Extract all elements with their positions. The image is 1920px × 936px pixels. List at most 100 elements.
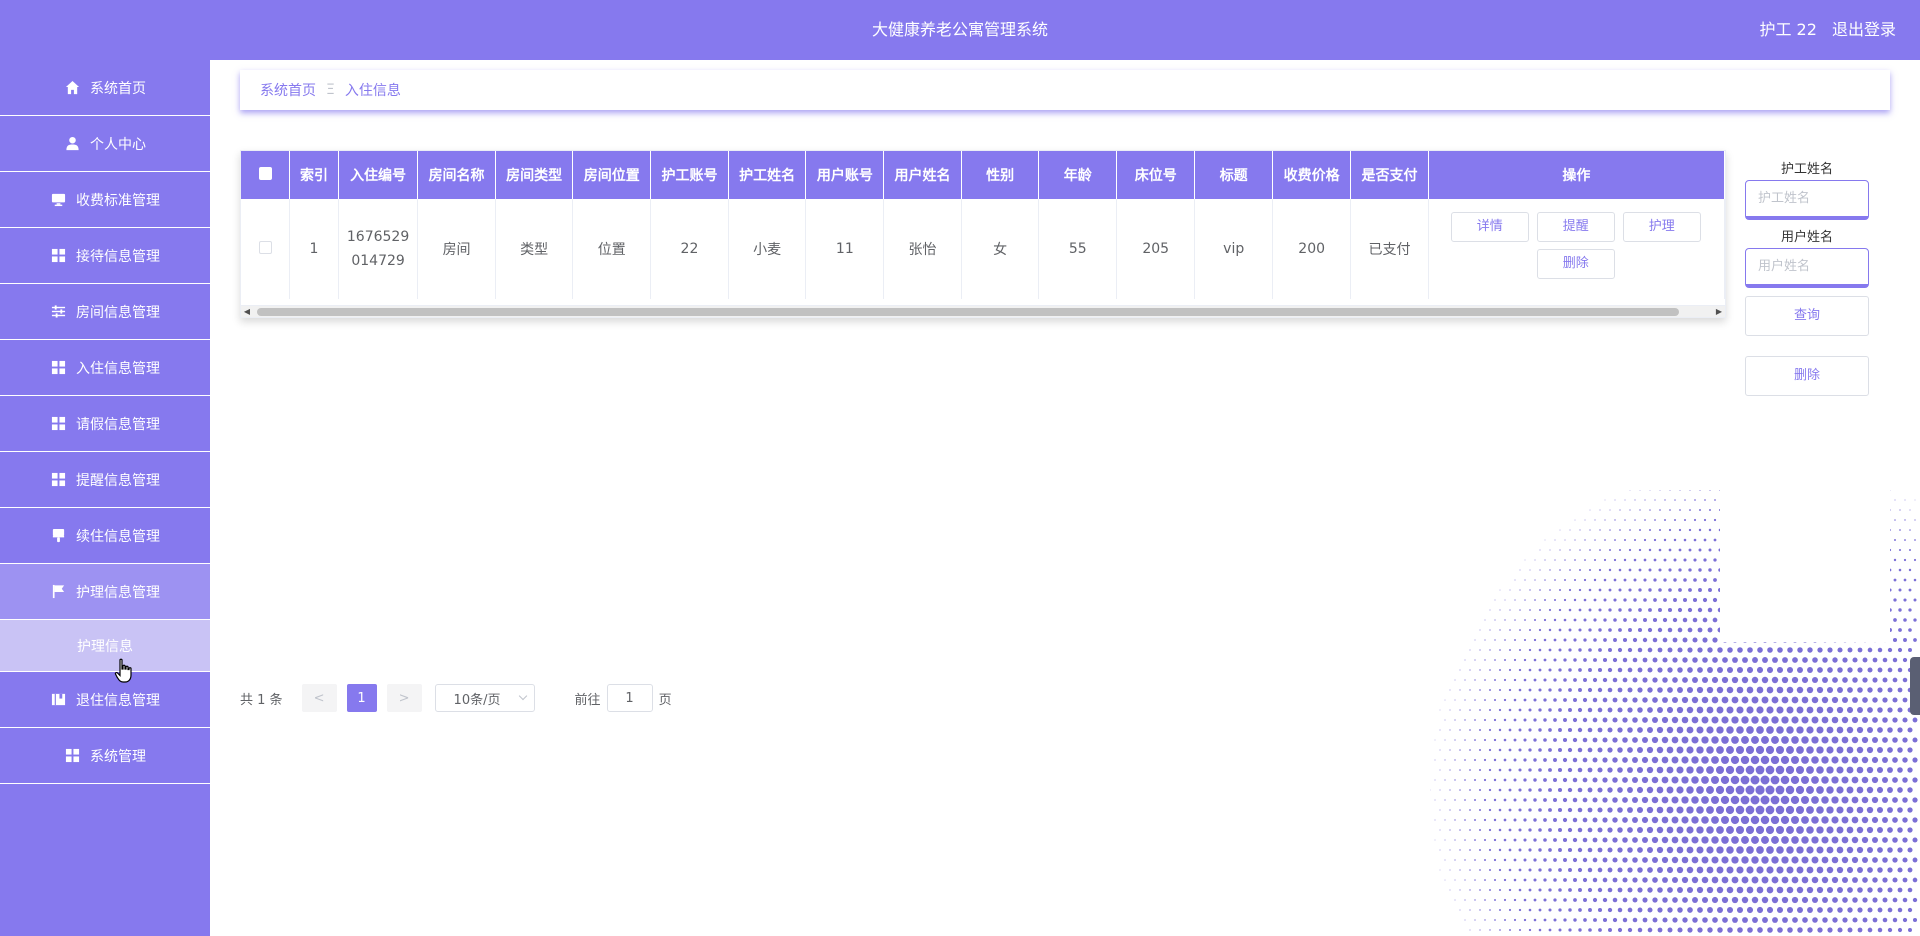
sidebar-item-fee-standard[interactable]: 收费标准管理 xyxy=(0,172,210,228)
sidebar-item-home[interactable]: 系统首页 xyxy=(0,60,210,116)
halftone-dot xyxy=(1553,678,1557,682)
halftone-dot xyxy=(1548,868,1552,872)
halftone-dot xyxy=(1707,607,1713,613)
halftone-dot xyxy=(1716,886,1724,894)
halftone-dot xyxy=(1671,796,1679,804)
halftone-dot xyxy=(1557,767,1563,773)
goto-suffix: 页 xyxy=(658,692,672,708)
halftone-dot xyxy=(1676,786,1684,794)
halftone-dot xyxy=(1656,826,1664,834)
delete-row-button[interactable]: 删除 xyxy=(1536,249,1615,279)
halftone-dot xyxy=(1588,648,1592,652)
breadcrumb-home[interactable]: 系统首页 xyxy=(260,80,316,100)
data-table: 索引 入住编号 房间名称 房间类型 房间位置 护工账号 护工姓名 用户账号 用户… xyxy=(241,151,1725,299)
sidebar-item-leave[interactable]: 请假信息管理 xyxy=(0,396,210,452)
halftone-dot xyxy=(1513,678,1517,682)
halftone-dot xyxy=(1877,647,1883,653)
halftone-dot xyxy=(1841,816,1849,824)
sidebar-item-nursing[interactable]: 护理信息管理 xyxy=(0,564,210,620)
scroll-left-icon[interactable]: ◀ xyxy=(241,306,253,317)
halftone-dot xyxy=(1612,817,1618,823)
halftone-dot xyxy=(1579,569,1581,571)
halftone-dot xyxy=(1609,549,1611,551)
halftone-dot xyxy=(1504,659,1506,661)
halftone-dot xyxy=(1721,896,1729,904)
sidebar-item-checkin[interactable]: 入住信息管理 xyxy=(0,340,210,396)
halftone-dot xyxy=(1583,638,1587,642)
nursing-button[interactable]: 护理 xyxy=(1622,212,1701,242)
sidebar-item-room[interactable]: 房间信息管理 xyxy=(0,284,210,340)
halftone-dot xyxy=(1636,786,1644,794)
halftone-dot xyxy=(1607,867,1613,873)
batch-delete-button[interactable]: 删除 xyxy=(1745,356,1869,396)
halftone-dot xyxy=(1904,539,1906,541)
halftone-dot xyxy=(1760,755,1770,765)
halftone-dot xyxy=(1504,619,1506,621)
halftone-dot xyxy=(1857,667,1863,673)
halftone-dot xyxy=(1613,638,1617,642)
halftone-dot xyxy=(1518,728,1522,732)
column-header: 性别 xyxy=(961,151,1040,199)
halftone-dot xyxy=(1518,808,1522,812)
brush-icon xyxy=(50,528,66,544)
halftone-dot xyxy=(1861,756,1869,764)
halftone-dot xyxy=(1474,819,1476,821)
scrollbar-thumb[interactable] xyxy=(257,308,1679,316)
side-drawer-handle[interactable] xyxy=(1910,657,1920,715)
remind-button[interactable]: 提醒 xyxy=(1536,212,1615,242)
halftone-dot xyxy=(1751,736,1759,744)
sidebar-item-checkout[interactable]: 退住信息管理 xyxy=(0,672,210,728)
halftone-dot xyxy=(1790,775,1800,785)
sidebar-item-extend-stay[interactable]: 续住信息管理 xyxy=(0,508,210,564)
goto-page-input[interactable] xyxy=(606,684,653,712)
halftone-dot xyxy=(1837,887,1843,893)
sidebar-item-system[interactable]: 系统管理 xyxy=(0,728,210,784)
halftone-dot xyxy=(1661,776,1669,784)
select-all-checkbox[interactable] xyxy=(258,166,272,180)
halftone-dot xyxy=(1607,767,1613,773)
sidebar-item-reminder[interactable]: 提醒信息管理 xyxy=(0,452,210,508)
halftone-dot xyxy=(1533,758,1537,762)
sidebar-item-profile[interactable]: 个人中心 xyxy=(0,116,210,172)
detail-button[interactable]: 详情 xyxy=(1450,212,1529,242)
halftone-dot xyxy=(1508,668,1512,672)
sidebar-item-reception[interactable]: 接待信息管理 xyxy=(0,228,210,284)
prev-page-button[interactable]: < xyxy=(301,684,337,712)
halftone-dot xyxy=(1494,659,1496,661)
halftone-dot xyxy=(1528,628,1532,632)
halftone-dot xyxy=(1816,866,1824,874)
column-header: 用户账号 xyxy=(805,151,885,199)
nurse-name-input[interactable] xyxy=(1745,180,1869,220)
next-page-button[interactable]: > xyxy=(386,684,422,712)
halftone-dot xyxy=(1846,866,1854,874)
row-checkbox[interactable] xyxy=(258,240,272,254)
halftone-dot xyxy=(1657,867,1663,873)
halftone-dot xyxy=(1564,559,1566,561)
halftone-dot xyxy=(1592,877,1598,883)
halftone-dot xyxy=(1628,588,1632,592)
horizontal-scrollbar[interactable]: ◀ ▶ xyxy=(241,305,1725,317)
page-size-select[interactable]: 10条/页 xyxy=(434,684,535,712)
halftone-dot xyxy=(1736,906,1744,914)
user-name-input[interactable] xyxy=(1745,248,1869,288)
halftone-dot xyxy=(1604,499,1606,501)
halftone-dot xyxy=(1563,718,1567,722)
halftone-dot xyxy=(1617,787,1623,793)
logout-link[interactable]: 退出登录 xyxy=(1832,20,1896,39)
halftone-dot xyxy=(1776,726,1784,734)
halftone-dot xyxy=(1741,876,1749,884)
scroll-right-icon[interactable]: ▶ xyxy=(1713,306,1725,317)
halftone-dot xyxy=(1573,658,1577,662)
halftone-dot xyxy=(1562,737,1568,743)
submenu-item-nursing-info[interactable]: 护理信息 xyxy=(0,620,210,672)
halftone-dot xyxy=(1666,786,1674,794)
halftone-dot xyxy=(1479,689,1481,691)
halftone-dot xyxy=(1598,608,1602,612)
halftone-dot xyxy=(1686,806,1694,814)
halftone-dot xyxy=(1518,788,1522,792)
page-number-button[interactable]: 1 xyxy=(346,684,377,712)
halftone-dot xyxy=(1518,848,1522,852)
query-button[interactable]: 查询 xyxy=(1745,296,1869,336)
halftone-dot xyxy=(1459,669,1461,671)
halftone-dot xyxy=(1464,799,1466,801)
